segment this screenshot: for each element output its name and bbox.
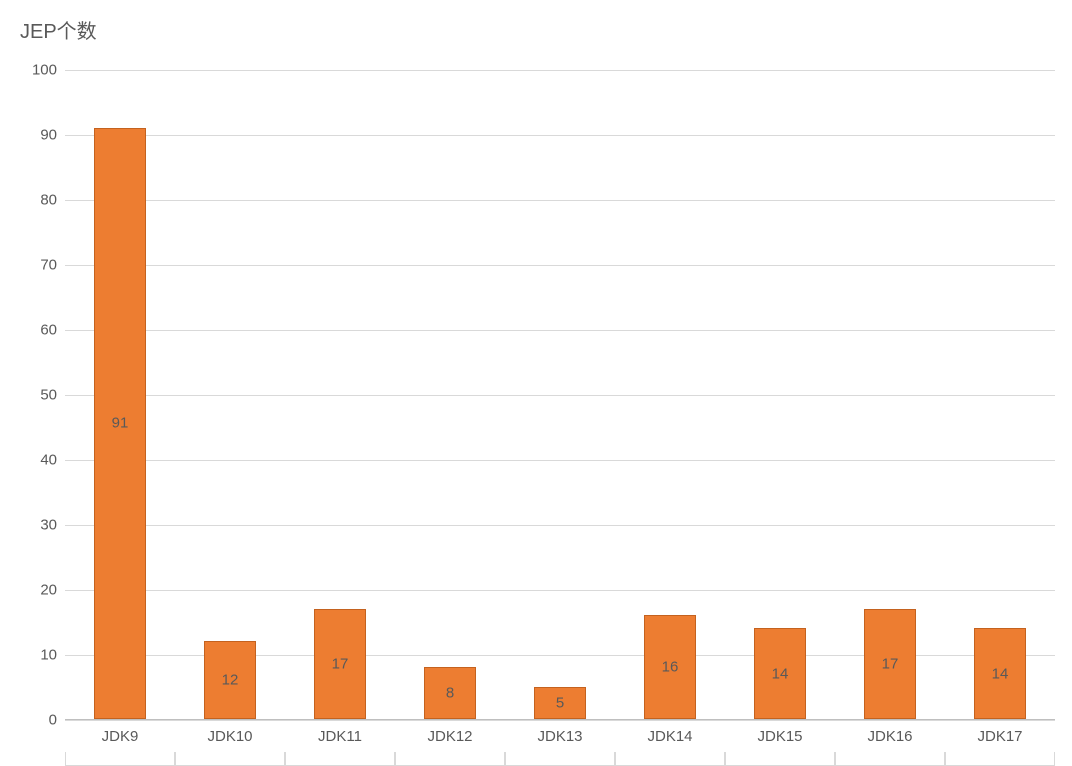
bars-area: 9112178516141714: [65, 69, 1055, 719]
y-axis-tick-label: 30: [7, 517, 57, 534]
x-axis-tick-segment: [945, 752, 1055, 766]
y-axis-tick-label: 80: [7, 192, 57, 209]
x-axis-tick-segment: [615, 752, 725, 766]
x-axis-tick-label: JDK16: [835, 728, 945, 745]
bar-value-label: 14: [945, 665, 1055, 682]
chart-container: JEP个数 9112178516141714 01020304050607080…: [0, 0, 1072, 766]
y-axis-tick-label: 100: [7, 62, 57, 79]
x-axis-tick-segment: [65, 752, 175, 766]
x-axis-tick-label: JDK14: [615, 728, 725, 745]
x-axis-tick-label: JDK17: [945, 728, 1055, 745]
bar-value-label: 91: [65, 415, 175, 432]
x-axis-tick-segment: [175, 752, 285, 766]
y-axis-tick-label: 90: [7, 127, 57, 144]
x-axis-tick-segment: [835, 752, 945, 766]
y-axis-tick-label: 40: [7, 452, 57, 469]
x-axis-tick-label: JDK9: [65, 728, 175, 745]
x-axis-tick-segment: [285, 752, 395, 766]
x-axis-tick-segment: [505, 752, 615, 766]
y-axis-tick-label: 60: [7, 322, 57, 339]
bar-value-label: 16: [615, 659, 725, 676]
bar-value-label: 14: [725, 665, 835, 682]
x-axis-tick-label: JDK15: [725, 728, 835, 745]
bar-value-label: 5: [505, 694, 615, 711]
x-axis-tick-label: JDK11: [285, 728, 395, 745]
x-axis-tick-label: JDK13: [505, 728, 615, 745]
x-axis-tick-segment: [395, 752, 505, 766]
x-axis-tick-label: JDK10: [175, 728, 285, 745]
y-axis-tick-label: 0: [7, 712, 57, 729]
y-axis-tick-label: 50: [7, 387, 57, 404]
bar-value-label: 17: [285, 655, 395, 672]
gridline: [65, 720, 1055, 721]
bar-value-label: 12: [175, 672, 285, 689]
chart-title: JEP个数: [20, 15, 97, 44]
bar-value-label: 17: [835, 655, 945, 672]
y-axis-tick-label: 20: [7, 582, 57, 599]
y-axis-tick-label: 10: [7, 647, 57, 664]
y-axis-tick-label: 70: [7, 257, 57, 274]
bar-value-label: 8: [395, 685, 505, 702]
x-axis-tick-segment: [725, 752, 835, 766]
plot-area: 9112178516141714: [65, 70, 1055, 720]
x-axis-tick-label: JDK12: [395, 728, 505, 745]
